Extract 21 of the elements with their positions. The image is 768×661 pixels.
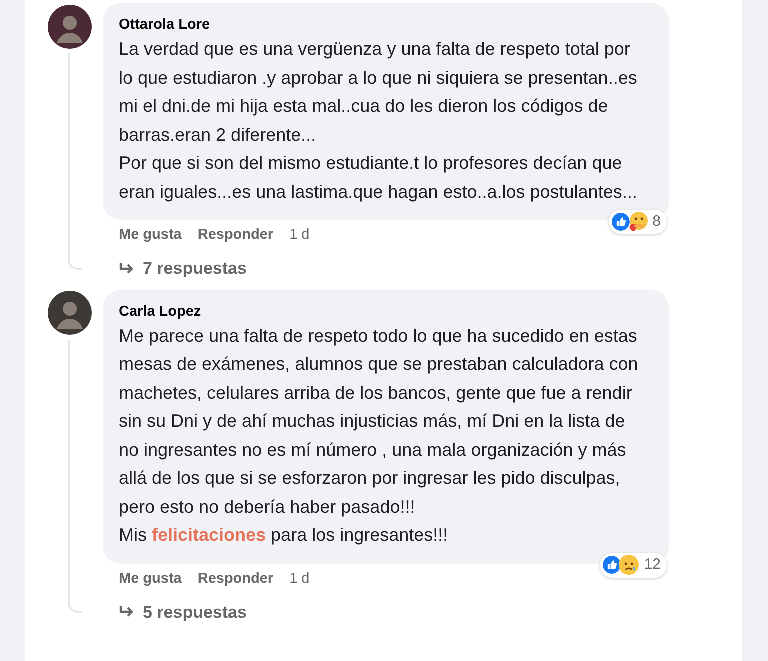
sad-emoji-icon	[618, 554, 640, 576]
view-replies-link[interactable]: 7 respuestas	[119, 256, 247, 282]
comment-text: Me parece una falta de respeto todo lo que ha sucedido en estas mesas de exámenes, alumnos que se prestaban calculadora con machetes, celulares arriba de los bancos, gente que fue a rendir sin su Dni y de ahí muchas injusticias más, mí Dni en la lista de no ingresantes no es mí número , una mala organización y más allá de los que si se esforzaron por ingresar les pido disculpas, pero esto no debería haber pasado!!!	[119, 324, 640, 519]
comment-action-link[interactable]: Responder	[198, 225, 274, 247]
avatar[interactable]	[48, 5, 92, 49]
comment-action-link[interactable]: Me gusta	[119, 225, 182, 247]
timestamp[interactable]: 1 d	[290, 568, 310, 590]
comment-action-link[interactable]: Responder	[198, 568, 274, 590]
avatar[interactable]	[48, 290, 92, 334]
reply-arrow-icon	[119, 605, 135, 620]
comment-text: La verdad que es una vergüenza y una falta de respeto total por lo que estudiaron .y aprobar a lo que ni siquiera se presentan..es mi el dni.de mi hija esta mal..cua do les dieron los códigos de barras.eran 2 diferente...	[119, 38, 638, 146]
comment-text: Por que si son del mismo estudiante.t lo profesores decían que eran iguales...es una lastima.que hagan esto..a.los postulantes...	[119, 152, 638, 204]
author-name[interactable]: Carla Lopez	[119, 302, 202, 322]
comment-action-link[interactable]: Me gusta	[119, 568, 182, 590]
timestamp[interactable]: 1 d	[290, 225, 310, 247]
comment-text: Mis felicitaciones para los ingresantes!!!	[119, 524, 450, 547]
author-name[interactable]: Ottarola Lore	[119, 15, 210, 35]
view-replies-link[interactable]: 5 respuestas	[119, 600, 247, 625]
reaction-summary[interactable]: 12	[600, 553, 667, 578]
reply-arrow-icon	[119, 262, 135, 276]
reaction-summary[interactable]: 8	[608, 210, 667, 234]
